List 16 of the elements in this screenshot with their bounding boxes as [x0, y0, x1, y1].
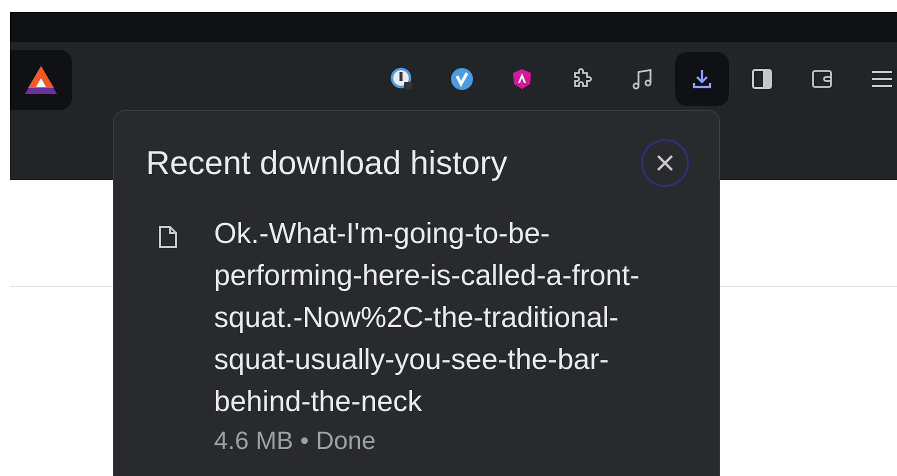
download-icon — [690, 67, 714, 91]
file-name[interactable]: Ok.-What-I'm-going-to-be-performing-here-is-called-a-front-squat.-Now%2C-the-traditional-squat-usually-you-see-the-bar-behind-the-neck — [214, 213, 680, 423]
shield-icon — [510, 67, 534, 91]
close-button[interactable] — [641, 139, 689, 187]
close-icon — [656, 154, 674, 172]
triangle-logo-icon — [23, 64, 59, 96]
vpn-icon — [450, 67, 474, 91]
file-icon — [158, 225, 178, 249]
wallet-icon — [810, 67, 834, 91]
popup-title: Recent download history — [146, 143, 508, 183]
sidebar-icon — [750, 67, 774, 91]
toolbar-button[interactable] — [675, 52, 729, 106]
key-lock-icon — [390, 67, 414, 91]
browser-logo-button[interactable] — [10, 50, 72, 110]
music-note-icon — [630, 67, 654, 91]
download-status: 4.6 MB • Done — [214, 426, 377, 457]
